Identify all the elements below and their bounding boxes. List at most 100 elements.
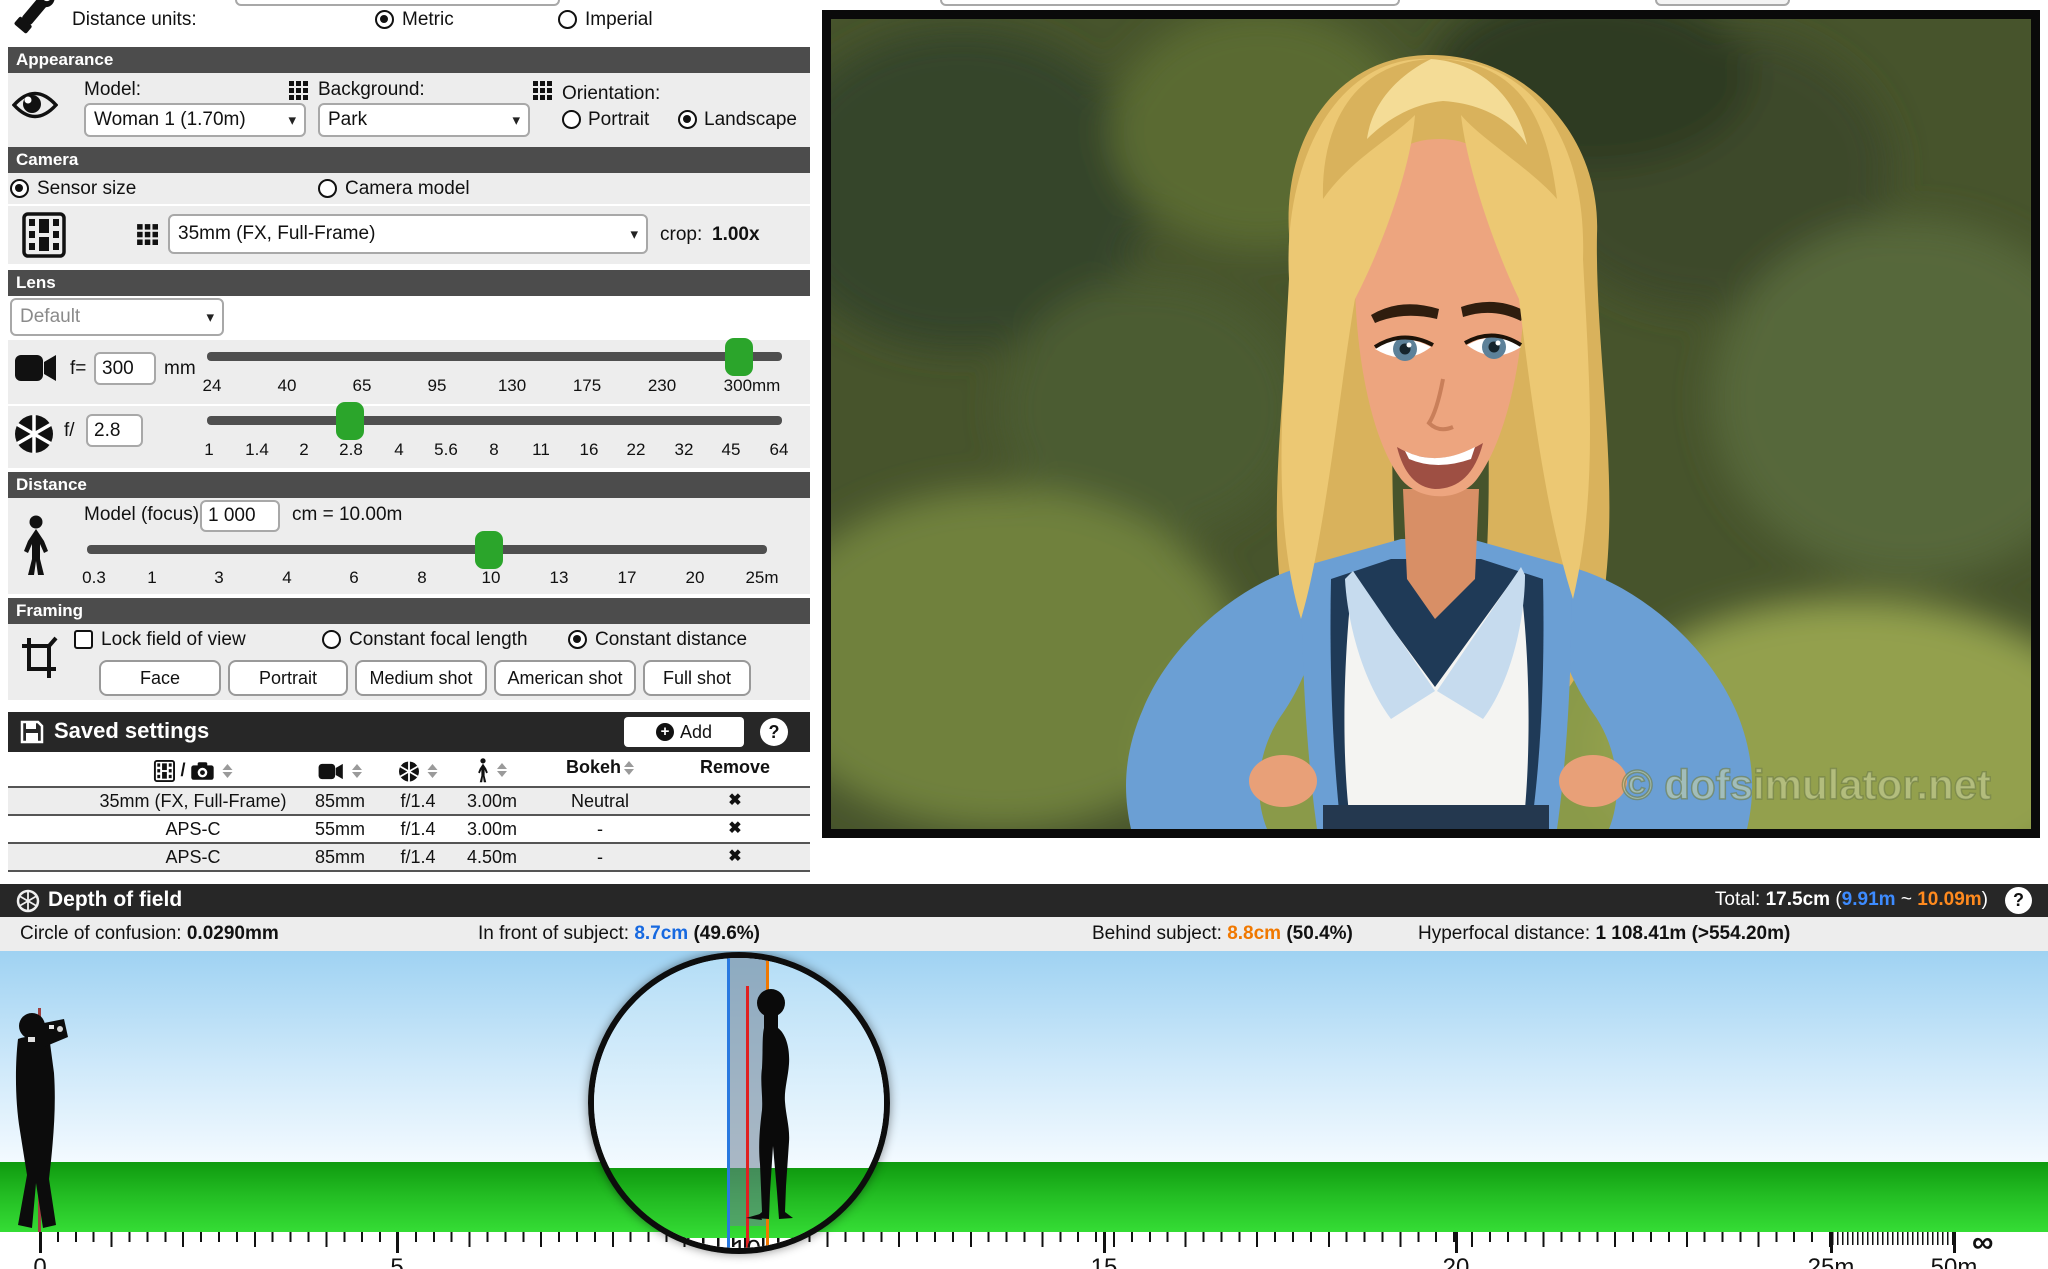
cutoff-input-center[interactable]: [940, 0, 1400, 6]
tick-label: 22: [627, 440, 646, 460]
preview-image: © dofsimulator.net: [831, 19, 2031, 829]
focal-slider-track[interactable]: [207, 352, 782, 361]
imperial-label[interactable]: Imperial: [585, 9, 653, 31]
dof-visualization[interactable]: 0 5 15 20 25m 50m ∞: [0, 951, 2048, 1269]
tick-label: 40: [278, 376, 297, 396]
landscape-label[interactable]: Landscape: [704, 109, 797, 131]
distance-slider-handle[interactable]: [475, 531, 503, 569]
background-label: Background:: [318, 79, 425, 101]
distance-header: Distance: [8, 472, 810, 498]
sensor-size-label[interactable]: Sensor size: [37, 178, 136, 200]
tick-label: 16: [580, 440, 599, 460]
ruler-major-tick: [1455, 1232, 1458, 1253]
framing-button-medium-shot[interactable]: Medium shot: [355, 660, 487, 696]
ruler-major-tick: [1103, 1232, 1106, 1253]
constant-focal-label[interactable]: Constant focal length: [349, 629, 528, 651]
aperture-slider-track[interactable]: [207, 416, 782, 425]
saved-row[interactable]: 35mm (FX, Full-Frame) 85mm f/1.4 3.00m N…: [8, 788, 810, 816]
watermark: © dofsimulator.net: [1622, 761, 1991, 808]
sort-icon[interactable]: [352, 764, 362, 778]
landscape-radio[interactable]: [678, 110, 697, 129]
add-button[interactable]: + Add: [624, 717, 744, 747]
tick-label: 4: [282, 568, 291, 588]
constant-distance-label[interactable]: Constant distance: [595, 629, 747, 651]
tick-label: 130: [498, 376, 526, 396]
model-grid-icon[interactable]: [288, 80, 308, 100]
ruler-label: 20: [1443, 1254, 1470, 1269]
sensor-size-radio[interactable]: [10, 179, 29, 198]
saved-help-icon[interactable]: ?: [760, 718, 788, 746]
wrench-icon[interactable]: [8, 0, 60, 38]
constant-focal-radio[interactable]: [322, 630, 341, 649]
front-value: 8.7cm: [634, 923, 688, 944]
framing-button-full-shot[interactable]: Full shot: [643, 660, 751, 696]
cell-aperture: f/1.4: [400, 788, 435, 814]
column-distance[interactable]: [477, 756, 507, 783]
remove-icon[interactable]: ✖: [728, 844, 741, 870]
sort-icon[interactable]: [497, 763, 507, 777]
column-aperture[interactable]: [398, 757, 437, 783]
sort-icon[interactable]: [624, 761, 634, 775]
focus-input[interactable]: [200, 500, 280, 532]
focal-input[interactable]: [94, 352, 156, 385]
sort-icon[interactable]: [223, 764, 233, 778]
dof-help-icon[interactable]: ?: [2005, 887, 2032, 914]
metric-radio[interactable]: [375, 10, 394, 29]
film-sensor-icon: [22, 212, 66, 258]
framing-button-american-shot[interactable]: American shot: [494, 660, 636, 696]
framing-button-portrait[interactable]: Portrait: [228, 660, 348, 696]
remove-icon[interactable]: ✖: [728, 788, 741, 814]
model-label: Model:: [84, 79, 141, 101]
sort-icon[interactable]: [428, 764, 438, 778]
focus-magnifier[interactable]: 10 15: [588, 952, 890, 1254]
focal-slider-handle[interactable]: [725, 338, 753, 376]
lock-fov-checkbox[interactable]: [74, 630, 93, 649]
cutoff-button-right[interactable]: [1655, 0, 1790, 6]
column-focal[interactable]: [318, 757, 362, 783]
cutoff-dropdown-left[interactable]: [235, 0, 560, 6]
distance-slider-track[interactable]: [87, 545, 767, 554]
tick-label: 1: [204, 440, 213, 460]
person-icon: [477, 758, 489, 783]
sensor-select[interactable]: 35mm (FX, Full-Frame) ▾: [168, 214, 648, 254]
camera-header: Camera: [8, 147, 810, 173]
photographer-silhouette: [2, 1011, 78, 1233]
model-select[interactable]: Woman 1 (1.70m) ▾: [84, 103, 306, 137]
behind-value: 8.8cm: [1227, 923, 1281, 944]
cell-aperture: f/1.4: [400, 844, 435, 870]
sensor-grid-icon[interactable]: [136, 223, 158, 245]
aperture-slider-handle[interactable]: [336, 402, 364, 440]
remove-icon[interactable]: ✖: [728, 816, 741, 842]
background-select[interactable]: Park ▾: [318, 103, 530, 137]
lock-fov-label[interactable]: Lock field of view: [101, 629, 246, 651]
saved-table-header: / Bokeh Remove: [8, 754, 810, 788]
saved-settings-header-bar: Saved settings + Add ?: [8, 712, 810, 752]
imperial-radio[interactable]: [558, 10, 577, 29]
framing-button-face[interactable]: Face: [99, 660, 221, 696]
saved-row[interactable]: APS-C 55mm f/1.4 3.00m - ✖: [8, 816, 810, 844]
portrait-radio[interactable]: [562, 110, 581, 129]
ruler-major-tick: [396, 1232, 399, 1253]
aperture-input[interactable]: [86, 414, 143, 447]
dof-title: Depth of field: [48, 888, 182, 912]
column-sensor[interactable]: /: [153, 757, 232, 783]
saved-row[interactable]: APS-C 85mm f/1.4 4.50m - ✖: [8, 844, 810, 872]
tick-label: 300mm: [724, 376, 781, 396]
constant-distance-radio[interactable]: [568, 630, 587, 649]
portrait-label[interactable]: Portrait: [588, 109, 649, 131]
cell-sensor: 35mm (FX, Full-Frame): [99, 788, 286, 814]
camera-model-radio[interactable]: [318, 179, 337, 198]
column-bokeh[interactable]: Bokeh: [566, 754, 634, 780]
behind-label: Behind subject:: [1092, 923, 1222, 944]
tick-label: 65: [353, 376, 372, 396]
lens-preset-select[interactable]: Default ▾: [10, 298, 224, 336]
metric-label[interactable]: Metric: [402, 9, 454, 31]
saved-settings-title: Saved settings: [54, 718, 209, 744]
background-grid-icon[interactable]: [532, 80, 552, 100]
bokeh-column-label: Bokeh: [566, 757, 621, 777]
tick-label: 1.4: [245, 440, 269, 460]
cell-focal: 85mm: [315, 844, 365, 870]
camera-model-label[interactable]: Camera model: [345, 178, 470, 200]
ruler-label: 0: [33, 1254, 46, 1269]
column-remove: Remove: [700, 754, 770, 780]
